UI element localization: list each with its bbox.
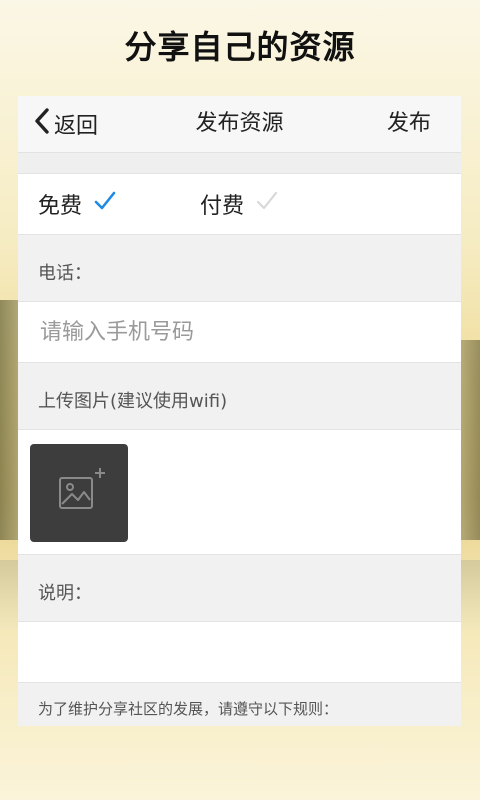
publish-button[interactable]: 发布 [387,96,431,152]
navbar: 返回 发布资源 发布 [18,96,461,153]
phone-row [18,301,461,363]
check-inactive-icon [244,191,278,217]
background-tree-left [0,300,18,540]
check-icon [82,191,116,217]
banner-title: 分享自己的资源 [124,28,356,66]
section-gap [18,153,461,173]
chevron-left-icon [34,108,54,140]
description-input[interactable] [18,621,461,683]
pricing-options: 免费 付费 [18,173,461,235]
add-image-button[interactable] [30,444,128,542]
description-label: 说明： [18,555,461,621]
upload-area [18,429,461,555]
option-free-label: 免费 [38,194,83,219]
rules-text: 为了维护分享社区的发展，请遵守以下规则： [18,683,461,726]
add-image-icon [44,456,114,530]
upload-label: 上传图片(建议使用wifi) [18,363,461,429]
back-label: 返回 [54,114,99,139]
background-tree-right [460,340,480,540]
back-button[interactable]: 返回 [34,96,98,152]
phone-label: 电话： [18,235,461,301]
publish-panel: 返回 发布资源 发布 免费 付费 电话： 上传图片(建议使用wifi) [18,96,461,726]
phone-input[interactable] [38,318,422,346]
option-paid-label: 付费 [200,194,245,219]
option-free[interactable]: 免费 [38,174,116,234]
option-paid[interactable]: 付费 [200,174,278,234]
